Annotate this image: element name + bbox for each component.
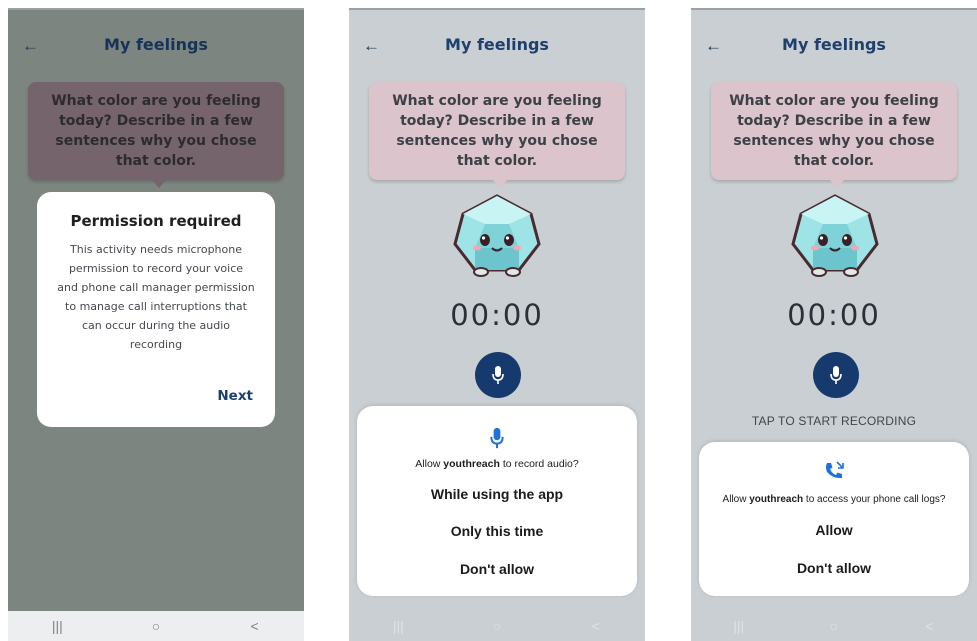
recent-apps-icon[interactable]: |||	[724, 618, 754, 634]
microphone-icon	[492, 366, 504, 384]
bubble-tail	[830, 180, 844, 188]
dialog-body: This activity needs microphone permissio…	[57, 243, 255, 351]
crystal-mascot-icon	[453, 194, 541, 277]
record-button[interactable]	[813, 352, 859, 398]
recent-apps-icon[interactable]: |||	[42, 618, 72, 634]
system-navbar: ||| ○ <	[8, 611, 304, 641]
bubble-tail	[152, 180, 166, 188]
nav-back-icon[interactable]: <	[240, 618, 270, 634]
dont-allow-button[interactable]: Don't allow	[357, 561, 637, 577]
prompt-bubble: What color are you feeling today? Descri…	[28, 82, 284, 180]
dont-allow-button[interactable]: Don't allow	[699, 560, 969, 576]
calllog-permission-prompt: Allow youthreach to access your phone ca…	[722, 494, 946, 505]
screen-permission-required: ← My feelings What color are you feeling…	[8, 8, 304, 641]
prompt-bubble: What color are you feeling today? Descri…	[369, 82, 625, 180]
dialog-title: Permission required	[70, 212, 242, 230]
recording-timer: 00:00	[787, 298, 881, 332]
only-this-time-button[interactable]: Only this time	[357, 523, 637, 539]
nav-back-icon[interactable]: <	[914, 618, 944, 634]
microphone-icon	[830, 366, 842, 384]
screen-calllog-permission: ← My feelings What color are you feeling…	[691, 8, 977, 641]
allow-button[interactable]: Allow	[699, 522, 969, 538]
tap-to-record-label: TAP TO START RECORDING	[751, 414, 917, 428]
recent-apps-icon[interactable]: |||	[383, 618, 413, 634]
audio-permission-prompt: Allow youthreach to record audio?	[415, 458, 579, 470]
page-title: My feelings	[445, 35, 549, 54]
crystal-mascot-icon	[791, 194, 879, 277]
home-icon[interactable]: ○	[141, 618, 171, 634]
while-using-app-button[interactable]: While using the app	[357, 486, 637, 502]
bubble-tail	[493, 180, 507, 188]
home-icon[interactable]: ○	[819, 618, 849, 634]
prompt-bubble: What color are you feeling today? Descri…	[711, 82, 957, 180]
calllog-permission-sheet: Allow youthreach to access your phone ca…	[699, 442, 969, 596]
page-title: My feelings	[104, 35, 208, 54]
home-icon[interactable]: ○	[482, 618, 512, 634]
system-navbar: ||| ○ <	[691, 611, 977, 641]
nav-back-icon[interactable]: <	[581, 618, 611, 634]
system-navbar: ||| ○ <	[349, 611, 645, 641]
recording-timer: 00:00	[450, 298, 544, 332]
microphone-icon	[357, 426, 637, 455]
permission-dialog: Permission required This activity needs …	[37, 192, 275, 427]
phone-call-log-icon	[699, 460, 969, 487]
page-title: My feelings	[782, 35, 886, 54]
next-button[interactable]: Next	[217, 388, 253, 404]
record-button[interactable]	[475, 352, 521, 398]
screen-audio-permission: ← My feelings What color are you feeling…	[349, 8, 645, 641]
audio-permission-sheet: Allow youthreach to record audio? While …	[357, 406, 637, 596]
